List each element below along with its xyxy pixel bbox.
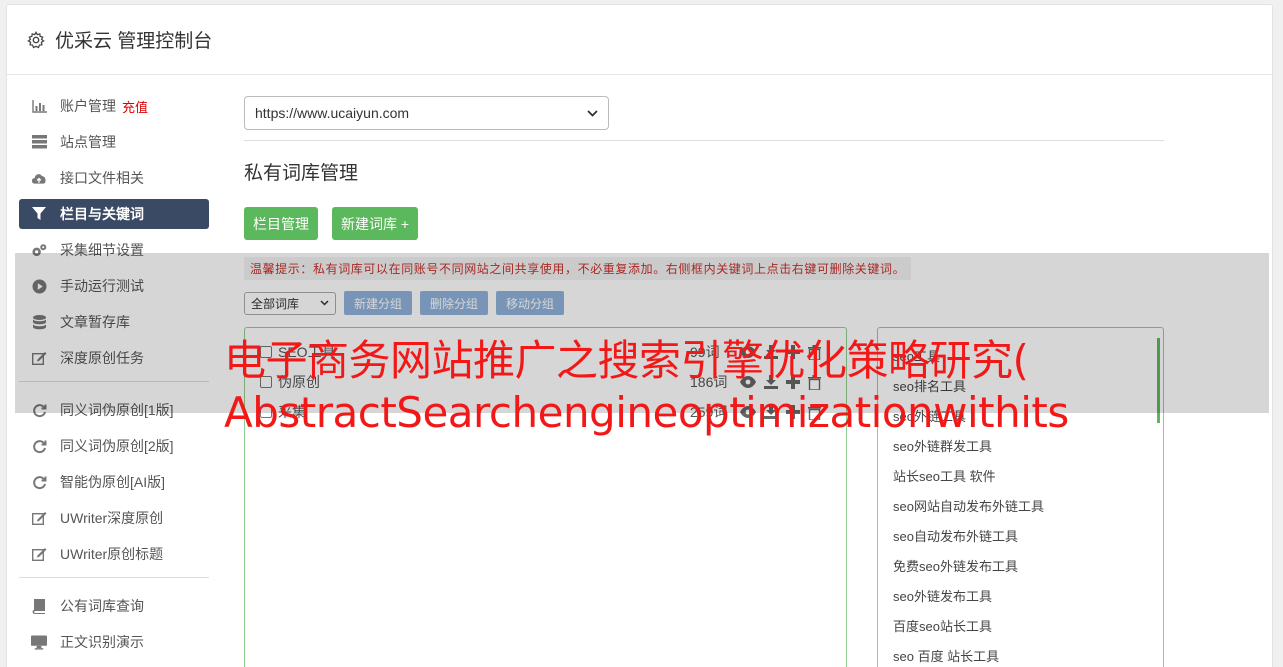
sidebar-item-api[interactable]: 接口文件相关 <box>19 163 209 193</box>
recharge-link[interactable]: 充值 <box>122 97 148 116</box>
sidebar-item-ai-rewrite[interactable]: 智能伪原创[AI版] <box>19 467 209 497</box>
sidebar-item-columns-keywords[interactable]: 栏目与关键词 <box>19 199 209 229</box>
header: 优采云 管理控制台 <box>7 5 1272 75</box>
site-select-value: https://www.ucaiyun.com <box>255 105 410 121</box>
sidebar-item-public-lexicon[interactable]: 公有词库查询 <box>19 591 209 621</box>
new-lexicon-button[interactable]: 新建词库 + <box>332 207 419 240</box>
cloud-upload-icon <box>31 170 47 186</box>
refresh-icon <box>31 438 47 454</box>
sidebar-item-label: 站点管理 <box>60 134 116 150</box>
sidebar-item-label: 栏目与关键词 <box>60 206 144 222</box>
action-buttons: 栏目管理 新建词库 + <box>244 207 1164 240</box>
refresh-icon <box>31 474 47 490</box>
keyword-item[interactable]: seo网站自动发布外链工具 <box>893 492 1163 522</box>
keyword-item[interactable]: seo外链发布工具 <box>893 582 1163 612</box>
sidebar-item-label: 智能伪原创[AI版] <box>60 474 166 490</box>
chevron-down-icon <box>587 109 598 117</box>
column-manage-button[interactable]: 栏目管理 <box>244 207 318 240</box>
keyword-item[interactable]: 站长seo工具 软件 <box>893 462 1163 492</box>
keyword-item[interactable]: 免费seo外链发布工具 <box>893 552 1163 582</box>
sidebar-item-uwriter-title[interactable]: UWriter原创标题 <box>19 539 209 569</box>
keyword-item[interactable]: 百度seo站长工具 <box>893 612 1163 642</box>
book-icon <box>31 598 47 614</box>
edit-icon <box>31 510 47 526</box>
sidebar-item-account[interactable]: 账户管理 充值 <box>19 91 209 121</box>
sidebar-item-synonym-v2[interactable]: 同义词伪原创[2版] <box>19 431 209 461</box>
overlay-line-1: 电子商务网站推广之搜索引擎优化策略研究( <box>224 336 1029 385</box>
page-title: 优采云 管理控制台 <box>55 31 213 52</box>
sidebar-item-sites[interactable]: 站点管理 <box>19 127 209 157</box>
desktop-icon <box>31 634 47 650</box>
keyword-item[interactable]: seo自动发布外链工具 <box>893 522 1163 552</box>
sidebar-item-label: 账户管理 <box>60 98 116 114</box>
sidebar-item-text-recognition[interactable]: 正文识别演示 <box>19 627 209 657</box>
sidebar-divider <box>19 577 209 578</box>
sidebar-item-label: UWriter深度原创 <box>60 510 164 526</box>
sidebar-item-label: 接口文件相关 <box>60 170 144 186</box>
filter-icon <box>31 206 47 222</box>
sidebar-item-label: UWriter原创标题 <box>60 546 164 562</box>
sidebar-item-label: 公有词库查询 <box>60 598 144 614</box>
overlay-watermark-text: 电子商务网站推广之搜索引擎优化策略研究( AbstractSearchengin… <box>224 335 1069 439</box>
bar-chart-icon <box>31 98 47 114</box>
server-icon <box>31 134 47 150</box>
keyword-item[interactable]: seo 百度 站长工具 <box>893 642 1163 667</box>
site-select[interactable]: https://www.ucaiyun.com <box>244 96 609 130</box>
overlay-line-2: AbstractSearchengineoptimizationwithits <box>224 388 1069 437</box>
edit-icon <box>31 546 47 562</box>
sidebar-item-label: 正文识别演示 <box>60 634 144 650</box>
section-title: 私有词库管理 <box>244 163 359 184</box>
gear-icon <box>27 30 45 48</box>
sidebar-item-label: 同义词伪原创[2版] <box>60 438 174 454</box>
divider <box>244 140 1164 141</box>
sidebar-item-uwriter-deep[interactable]: UWriter深度原创 <box>19 503 209 533</box>
